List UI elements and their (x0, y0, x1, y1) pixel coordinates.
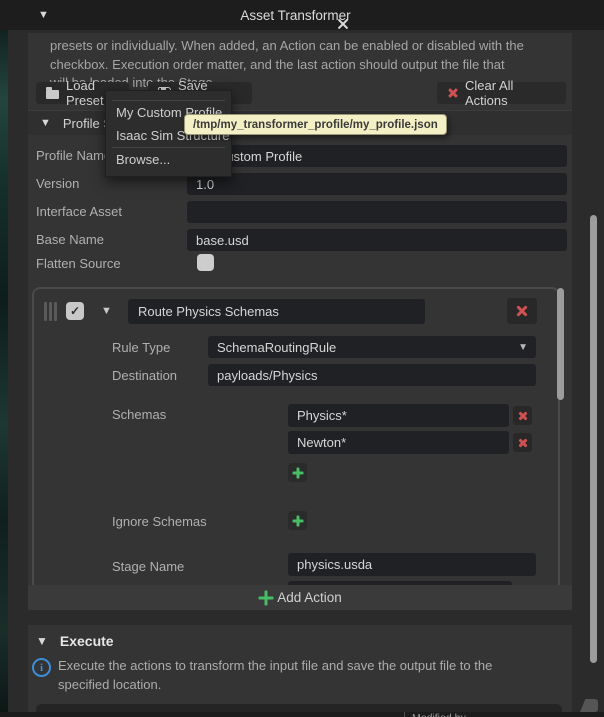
version-input[interactable]: 1.0 (187, 173, 567, 195)
window-title: Asset Transformer (240, 8, 350, 23)
remove-schema-button[interactable] (513, 433, 532, 452)
folder-icon (46, 90, 59, 99)
rule-type-label: Rule Type (112, 340, 170, 355)
execute-header[interactable]: ▼ Execute (28, 628, 572, 653)
destination-label: Destination (112, 368, 177, 383)
resize-handle[interactable] (580, 699, 598, 712)
title-bar: ▼ Asset Transformer (0, 0, 604, 30)
action-collapse-icon[interactable]: ▼ (101, 306, 112, 317)
delete-x-icon (516, 305, 529, 318)
modified-by-column-header: Modified by (412, 712, 466, 717)
schema-input[interactable]: Physics* (288, 404, 509, 427)
card-scrollbar[interactable] (557, 288, 564, 400)
interface-asset-label: Interface Asset (36, 204, 122, 219)
version-label: Version (36, 176, 79, 191)
background-viewport-sliver (0, 30, 8, 712)
stage-name-label: Stage Name (112, 559, 184, 574)
base-name-input[interactable]: base.usd (187, 229, 567, 251)
chevron-down-icon: ▼ (40, 118, 51, 129)
asset-transformer-window: ▼ Asset Transformer presets or individua… (0, 0, 604, 717)
profile-name-input[interactable]: My Custom Profile (187, 145, 567, 167)
output-field-partial[interactable] (36, 704, 562, 712)
interface-asset-input[interactable] (187, 201, 567, 223)
rule-type-value: SchemaRoutingRule (217, 340, 336, 355)
execute-info-text: Execute the actions to transform the inp… (58, 656, 492, 694)
remove-schema-button[interactable] (513, 406, 532, 425)
action-name-input[interactable]: Route Physics Schemas (128, 299, 425, 324)
chevron-down-icon: ▼ (36, 635, 48, 647)
execute-title: Execute (60, 633, 114, 649)
base-name-label: Base Name (36, 232, 104, 247)
flatten-source-label: Flatten Source (36, 256, 121, 271)
drag-handle[interactable] (44, 302, 57, 321)
clear-all-actions-button[interactable]: Clear All Actions (437, 82, 566, 104)
info-icon: i (32, 658, 51, 677)
clear-all-label: Clear All Actions (465, 78, 556, 108)
path-tooltip: /tmp/my_transformer_profile/my_profile.j… (184, 114, 447, 135)
add-ignore-schema-button[interactable] (288, 511, 307, 530)
schema-input[interactable]: Newton* (288, 431, 509, 454)
add-schema-button[interactable] (288, 463, 307, 482)
plus-icon (292, 467, 303, 478)
remove-x-icon (518, 411, 528, 421)
add-action-button[interactable]: Add Action (28, 585, 572, 610)
background-app-strip: Modified by (0, 712, 604, 717)
plus-icon (258, 590, 273, 605)
window-scrollbar[interactable] (590, 215, 597, 663)
plus-icon (292, 515, 303, 526)
menu-item-browse[interactable]: Browse... (106, 148, 231, 171)
close-icon[interactable] (337, 18, 350, 31)
profile-name-label: Profile Name (36, 148, 111, 163)
column-divider (404, 712, 405, 717)
ignore-schemas-label: Ignore Schemas (112, 514, 207, 529)
flatten-source-checkbox[interactable] (197, 254, 214, 271)
destination-input[interactable]: payloads/Physics (208, 364, 536, 386)
delete-action-button[interactable] (507, 298, 537, 324)
dropdown-chevron-icon: ▼ (518, 342, 528, 353)
window-collapse-icon[interactable]: ▼ (38, 10, 49, 21)
check-icon: ✓ (70, 304, 80, 318)
action-enabled-checkbox[interactable]: ✓ (66, 302, 84, 320)
rule-type-dropdown[interactable]: SchemaRoutingRule ▼ (208, 336, 536, 358)
schemas-label: Schemas (112, 407, 166, 422)
stage-name-input[interactable]: physics.usda (288, 553, 536, 576)
remove-x-icon (518, 438, 528, 448)
clear-x-icon (447, 88, 458, 99)
add-action-label: Add Action (277, 590, 342, 605)
